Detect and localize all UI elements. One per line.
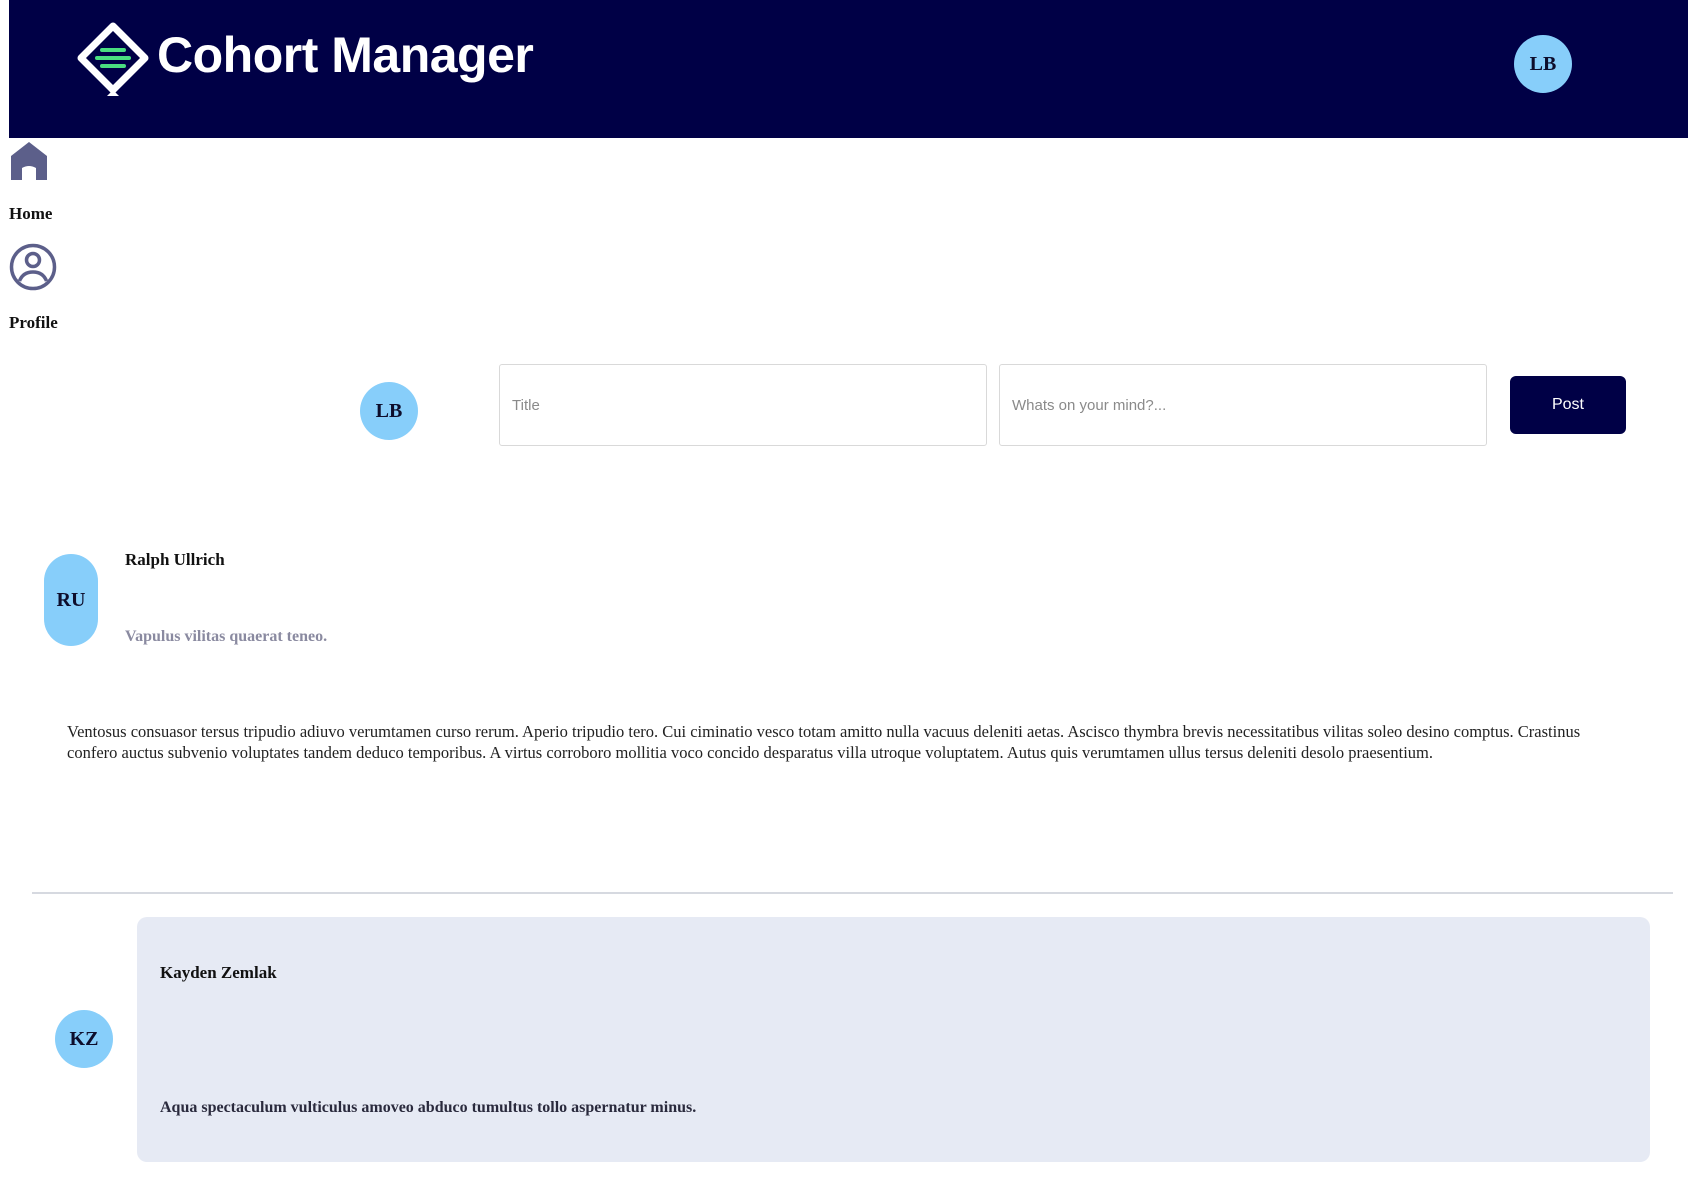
diamond-logo-icon[interactable] [77,22,149,98]
post-divider [32,892,1673,894]
composer-avatar: LB [360,382,418,440]
sidebar-item-home[interactable]: Home [9,204,52,224]
user-avatar[interactable]: LB [1514,35,1572,93]
post-button[interactable]: Post [1510,376,1626,434]
top-header: Cohort Manager [9,0,1688,138]
post-author-name: Kayden Zemlak [160,963,277,982]
post-body: Ventosus consuasor tersus tripudio adiuv… [67,722,1581,762]
home-icon[interactable] [9,140,49,182]
post-title-input[interactable] [499,364,987,446]
sidebar-item-profile[interactable]: Profile [9,313,58,333]
post-body-input[interactable] [999,364,1487,446]
post-author-name: Ralph Ullrich [125,550,225,569]
profile-icon[interactable] [9,243,57,291]
post-title: Vapulus vilitas quaerat teneo. [125,628,328,645]
post-author-avatar: KZ [55,1010,113,1068]
post-title: Aqua spectaculum vulticulus amoveo abduc… [160,1099,697,1116]
app-title: Cohort Manager [157,27,534,83]
post-card[interactable]: Kayden Zemlak Aqua spectaculum vulticulu… [137,917,1650,1162]
post-author-avatar: RU [44,554,98,646]
